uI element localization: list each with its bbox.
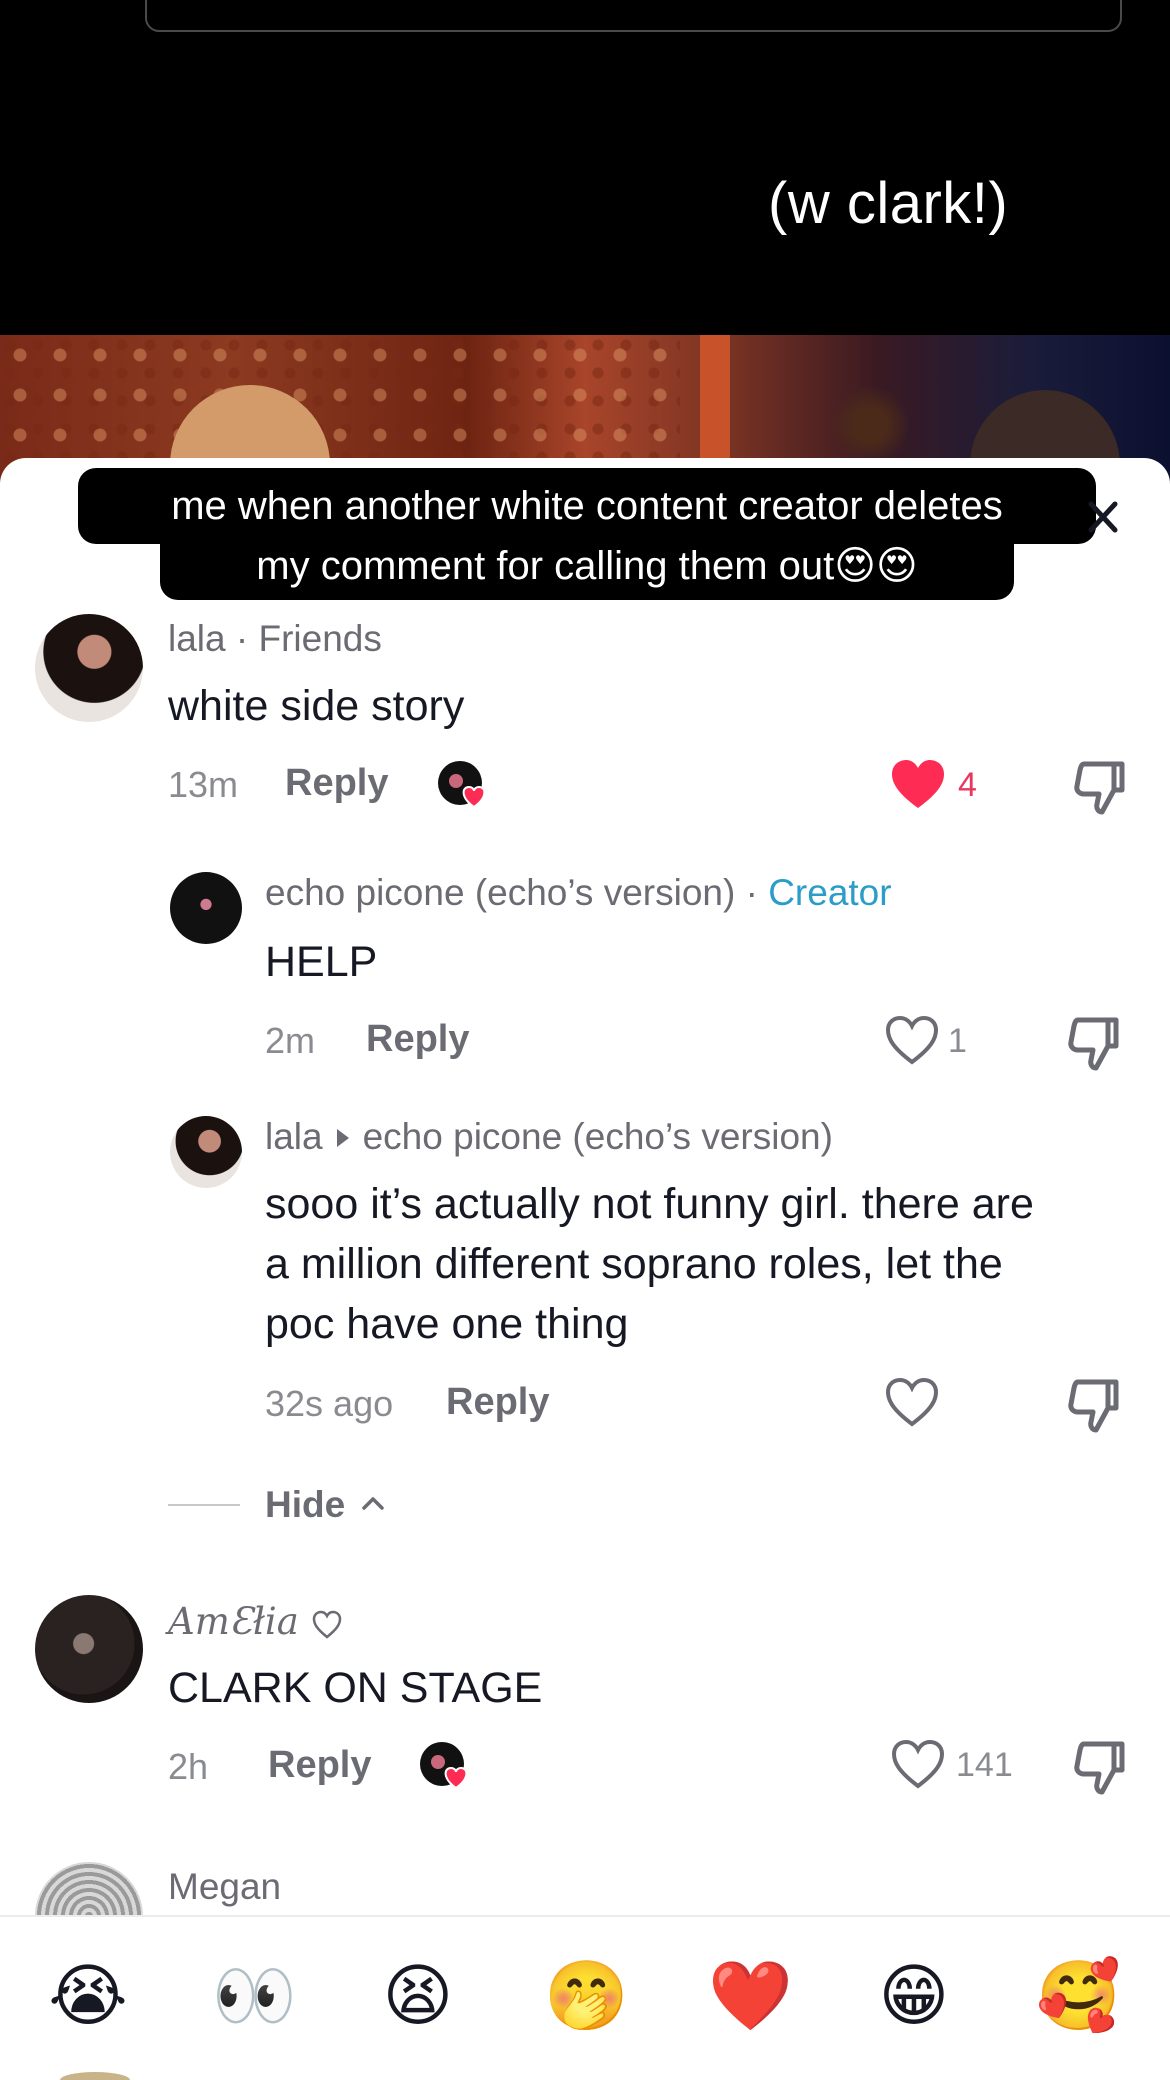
friends-tag: · Friends — [225, 618, 382, 659]
heart-outline-icon — [312, 1610, 341, 1639]
avatar[interactable] — [35, 1595, 143, 1703]
reply-text: HELP — [265, 938, 378, 986]
thumbs-down-icon[interactable] — [1070, 758, 1128, 816]
comment-username[interactable]: AmƐłia — [168, 1600, 343, 1643]
comment-time: 2h — [168, 1746, 209, 1787]
username-text: lala — [265, 1116, 323, 1157]
emoji-crying[interactable]: 😭 — [48, 1957, 128, 2037]
creator-liked-icon — [420, 1742, 468, 1790]
reply-text-line: poc have one thing — [265, 1300, 629, 1348]
reply-time: 2m — [265, 1020, 316, 1061]
like-count: 141 — [956, 1746, 1013, 1784]
thumbs-down-icon[interactable] — [1064, 1376, 1122, 1434]
heart-icon[interactable] — [884, 1014, 940, 1066]
reply-time: 32s ago — [265, 1383, 394, 1424]
comment-text: white side story — [168, 682, 465, 730]
hide-replies-button[interactable]: Hide — [265, 1484, 345, 1526]
emoji-red-heart[interactable]: ❤️ — [708, 1957, 793, 2037]
creator-liked-icon — [438, 761, 486, 809]
video-caption: (w clark!) — [768, 171, 1009, 236]
heart-icon[interactable] — [884, 1376, 940, 1428]
username-text: echo picone (echo’s version) — [265, 872, 736, 913]
like-count: 1 — [948, 1022, 967, 1060]
heart-icon[interactable] — [890, 1738, 946, 1790]
comment-time: 13m — [168, 764, 239, 805]
chevron-up-icon[interactable] — [360, 1490, 386, 1516]
comment-username[interactable]: lala · Friends — [168, 618, 382, 660]
like-count: 4 — [958, 766, 977, 804]
username-text: lala — [168, 618, 226, 659]
heart-icon[interactable] — [890, 758, 946, 810]
reply-button[interactable]: Reply — [268, 1744, 371, 1787]
reply-text-line: sooo it’s actually not funny girl. there… — [265, 1180, 1034, 1228]
emoji-grin[interactable]: 😁 — [874, 1957, 954, 2037]
emoji-smiling-hearts[interactable]: 🥰 — [1036, 1957, 1121, 2037]
thumbs-down-icon[interactable] — [1070, 1738, 1128, 1796]
video-plant — [830, 385, 910, 465]
emoji-quick-bar: 😭 👀 😫 🤭 ❤️ 😁 🥰 — [0, 1915, 1170, 2080]
avatar[interactable] — [170, 1116, 242, 1188]
comment-username[interactable]: Megan — [168, 1866, 281, 1908]
reply-button[interactable]: Reply — [285, 762, 388, 805]
avatar[interactable] — [170, 872, 242, 944]
close-icon[interactable] — [1085, 492, 1121, 542]
reply-to-username: echo picone (echo’s version) — [362, 1116, 833, 1157]
emoji-hand-over-mouth[interactable]: 🤭 — [544, 1957, 629, 2037]
reply-button[interactable]: Reply — [446, 1381, 549, 1424]
reply-button[interactable]: Reply — [366, 1018, 469, 1061]
reply-arrow-icon — [336, 1128, 349, 1147]
avatar[interactable] — [35, 614, 143, 722]
reply-username[interactable]: lala echo picone (echo’s version) — [265, 1116, 833, 1158]
comment-text: CLARK ON STAGE — [168, 1664, 543, 1712]
emoji-tired[interactable]: 😫 — [378, 1957, 458, 2037]
thumbs-down-icon[interactable] — [1064, 1014, 1122, 1072]
creator-tag: Creator — [768, 872, 892, 913]
emoji-eyes[interactable]: 👀 — [212, 1957, 297, 2037]
separator: · — [735, 872, 769, 913]
back-arrow-icon[interactable] — [40, 0, 80, 10]
reply-text-line: a million different soprano roles, let t… — [265, 1240, 1003, 1288]
reply-username[interactable]: echo picone (echo’s version) · Creator — [265, 872, 892, 914]
video-top-area: (w clark!) — [0, 0, 1170, 335]
search-bar[interactable] — [145, 0, 1122, 32]
hide-divider — [168, 1504, 240, 1506]
username-text: AmƐłia — [168, 1600, 299, 1643]
caption-banner-line1: me when another white content creator de… — [78, 468, 1096, 544]
